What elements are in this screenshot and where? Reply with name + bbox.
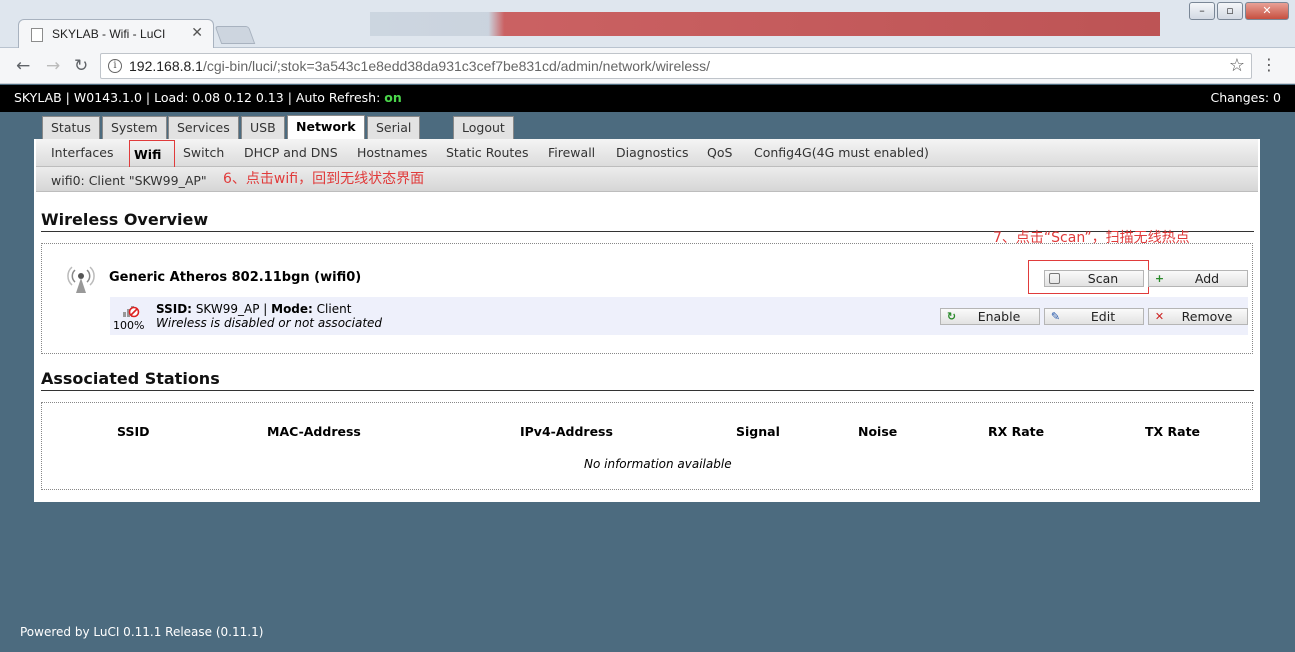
address-bar[interactable]: i 192.168.8.1/cgi-bin/luci/;stok=3a543c1… — [100, 53, 1252, 79]
col-rx-rate: RX Rate — [988, 424, 1045, 439]
tab-title: SKYLAB - Wifi - LuCI — [52, 27, 166, 41]
minimize-icon[interactable]: – — [1189, 2, 1215, 20]
background-window — [370, 12, 1160, 36]
scan-button[interactable]: Scan — [1044, 270, 1144, 287]
subtab-hostnames[interactable]: Hostnames — [357, 145, 427, 160]
subtab-diagnostics[interactable]: Diagnostics — [616, 145, 689, 160]
subtab-firewall[interactable]: Firewall — [548, 145, 595, 160]
wireless-status-text: Wireless is disabled or not associated — [156, 316, 383, 330]
subtab-qos[interactable]: QoS — [707, 145, 732, 160]
col-signal: Signal — [736, 424, 780, 439]
subtab-dhcp-dns[interactable]: DHCP and DNS — [244, 145, 338, 160]
col-tx-rate: TX Rate — [1145, 424, 1201, 439]
main-menu: Status System Services USB Network Seria… — [34, 112, 1260, 140]
browser-tab[interactable]: SKYLAB - Wifi - LuCI ✕ — [18, 19, 214, 49]
subtab-wifi0-client[interactable]: wifi0: Client "SKW99_AP" — [51, 173, 207, 188]
new-tab-button[interactable] — [214, 26, 256, 44]
browser-menu-icon[interactable]: ⋮ — [1261, 55, 1277, 74]
network-submenu: Interfaces Wifi Switch DHCP and DNS Host… — [36, 139, 1258, 167]
add-button[interactable]: + Add — [1148, 270, 1248, 287]
subtab-config4g[interactable]: Config4G(4G must enabled) — [754, 145, 929, 160]
autorefresh-toggle[interactable]: on — [384, 90, 402, 105]
browser-toolbar: ← → ↻ i 192.168.8.1/cgi-bin/luci/;stok=3… — [0, 48, 1295, 84]
page-favicon-icon — [31, 28, 43, 42]
enable-icon: ↻ — [946, 310, 957, 323]
annotation-step6: 6、点击wifi，回到无线状态界面 — [223, 171, 425, 187]
wifi-highlight-box — [129, 140, 175, 168]
add-network-icon: + — [1154, 272, 1165, 285]
wifi-submenu: wifi0: Client "SKW99_AP" — [36, 167, 1258, 192]
col-mac: MAC-Address — [267, 424, 361, 439]
remove-icon: ✕ — [1154, 310, 1165, 323]
back-arrow-icon[interactable]: ← — [16, 56, 30, 76]
reload-icon[interactable]: ↻ — [74, 56, 88, 76]
col-noise: Noise — [858, 424, 898, 439]
tab-serial[interactable]: Serial — [367, 116, 421, 139]
ssid-value: SKW99_AP — [195, 302, 260, 316]
mode-value: Client — [316, 302, 352, 316]
tab-status[interactable]: Status — [42, 116, 100, 139]
url-text: 192.168.8.1/cgi-bin/luci/;stok=3a543c1e8… — [129, 58, 711, 74]
tab-usb[interactable]: USB — [241, 116, 285, 139]
close-window-icon[interactable]: ✕ — [1245, 2, 1289, 20]
wireless-device-name: Generic Atheros 802.11bgn (wifi0) — [109, 270, 362, 285]
signal-percent: 100% — [113, 319, 145, 332]
footer-text: Powered by LuCI 0.11.1 Release (0.11.1) — [20, 625, 264, 639]
load-values: 0.08 0.12 0.13 — [192, 90, 284, 105]
maximize-icon[interactable]: ▫ — [1217, 2, 1243, 20]
magnifier-icon — [1049, 273, 1060, 284]
window-controls: – ▫ ✕ — [1189, 2, 1289, 20]
stations-table — [41, 402, 1253, 490]
annotation-step7: 7、点击“Scan”，扫描无线热点 — [993, 230, 1190, 246]
tab-system[interactable]: System — [102, 116, 167, 139]
col-ipv4: IPv4-Address — [520, 424, 613, 439]
firmware-version: W0143.1.0 — [73, 90, 142, 105]
hostname: SKYLAB — [14, 90, 62, 105]
subtab-interfaces[interactable]: Interfaces — [51, 145, 113, 160]
edit-button[interactable]: ✎ Edit — [1044, 308, 1144, 325]
subtab-static-routes[interactable]: Static Routes — [446, 145, 529, 160]
col-ssid: SSID — [117, 424, 150, 439]
forward-arrow-icon[interactable]: → — [46, 56, 60, 76]
tab-close-icon[interactable]: ✕ — [191, 25, 203, 41]
site-info-icon[interactable]: i — [108, 59, 122, 73]
signal-disabled-icon — [123, 306, 140, 318]
browser-titlebar: SKYLAB - Wifi - LuCI ✕ – ▫ ✕ — [0, 0, 1295, 49]
bookmark-star-icon[interactable]: ☆ — [1229, 55, 1245, 76]
ssid-mode-line: SSID: SKW99_AP | Mode: Client — [156, 302, 352, 316]
tab-network[interactable]: Network — [287, 115, 365, 140]
autorefresh-label: Auto Refresh: — [295, 90, 381, 105]
tab-services[interactable]: Services — [168, 116, 239, 139]
radio-device-icon — [67, 266, 95, 293]
load-label: Load: — [154, 90, 189, 105]
associated-stations-title: Associated Stations — [41, 369, 1254, 391]
enable-button[interactable]: ↻ Enable — [940, 308, 1040, 325]
luci-status-bar: SKYLAB | W0143.1.0 | Load: 0.08 0.12 0.1… — [0, 85, 1295, 112]
subtab-switch[interactable]: Switch — [183, 145, 224, 160]
tab-logout[interactable]: Logout — [453, 116, 514, 139]
no-stations-text: No information available — [584, 457, 732, 471]
edit-icon: ✎ — [1050, 310, 1061, 323]
changes-count[interactable]: Changes: 0 — [1210, 85, 1281, 111]
remove-button[interactable]: ✕ Remove — [1148, 308, 1248, 325]
